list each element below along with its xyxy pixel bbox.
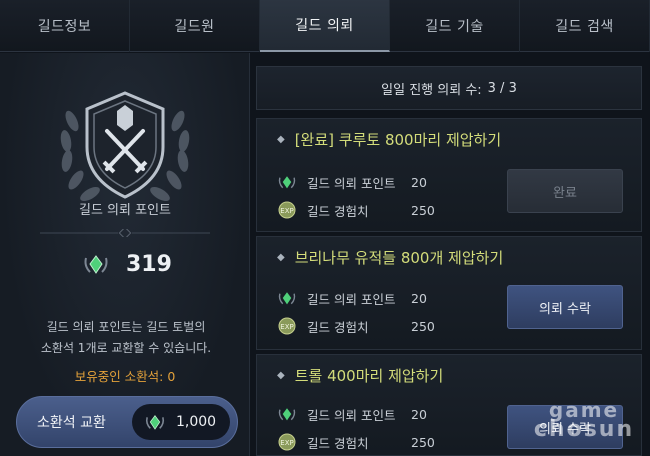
- svg-text:EXP: EXP: [280, 207, 293, 215]
- exchange-cost-value: 1,000: [176, 414, 217, 430]
- reward-points-row: 길드 의뢰 포인트 20: [277, 287, 451, 309]
- guild-points-description: 길드 의뢰 포인트는 길드 토벌의 소환석 1개로 교환할 수 있습니다.: [40, 320, 212, 355]
- watermark-logo: game chosun: [533, 398, 635, 442]
- exchange-cost: 1,000: [132, 404, 230, 440]
- reward-exp-value: 250: [411, 202, 435, 218]
- daily-quest-progress: 일일 진행 의뢰 수: 3 / 3: [256, 66, 642, 110]
- reward-exp-row: EXP 길드 경험치 250: [277, 199, 451, 221]
- guild-point-gem-icon: [84, 255, 108, 274]
- quest-complete-button[interactable]: 완료: [507, 169, 623, 213]
- exp-coin-icon: EXP: [278, 433, 296, 451]
- accept-quest-button[interactable]: 의뢰 수락: [507, 285, 623, 329]
- reward-exp-row: EXP 길드 경험치 250: [277, 315, 451, 337]
- quest-title: [완료] 쿠루토 800마리 제압하기: [294, 131, 502, 149]
- guild-crest-icon: [60, 91, 190, 201]
- quest-card: ◆ [완료] 쿠루토 800마리 제압하기 길드 의뢰 포인트 20 EXP 길…: [256, 118, 642, 232]
- reward-exp-row: EXP 길드 경험치 250: [277, 431, 451, 453]
- quest-title: 브리나무 유적들 800개 제압하기: [294, 249, 504, 267]
- ornament-divider: [40, 229, 210, 237]
- exp-coin-icon: EXP: [278, 317, 296, 335]
- guild-point-gem-icon: [278, 176, 296, 189]
- bullet-icon: ◆: [277, 134, 285, 145]
- guild-points-value: 319: [126, 251, 172, 277]
- guild-points-title: 길드 의뢰 포인트: [79, 203, 171, 218]
- exp-coin-icon: EXP: [278, 201, 296, 219]
- reward-points-row: 길드 의뢰 포인트 20: [277, 171, 451, 193]
- tab-guild-search[interactable]: 길드 검색: [520, 0, 650, 52]
- reward-exp-value: 250: [411, 434, 435, 450]
- svg-text:EXP: EXP: [280, 323, 293, 331]
- bullet-icon: ◆: [277, 370, 285, 381]
- tab-bar: 길드정보 길드원 길드 의뢰 길드 기술 길드 검색: [0, 0, 650, 52]
- reward-points-value: 20: [411, 290, 427, 306]
- quest-title: 트롤 400마리 제압하기: [294, 367, 444, 385]
- guild-point-gem-icon: [278, 408, 296, 421]
- reward-points-value: 20: [411, 174, 427, 190]
- quest-card: ◆ 브리나무 유적들 800개 제압하기 길드 의뢰 포인트 20 EXP 길드…: [256, 236, 642, 350]
- guild-point-gem-icon: [145, 415, 165, 430]
- reward-exp-value: 250: [411, 318, 435, 334]
- tab-guild-quests[interactable]: 길드 의뢰: [260, 0, 390, 52]
- owned-summon-stones: 보유중인 소환석: 0: [74, 369, 176, 384]
- guild-points-display: 319: [82, 249, 172, 279]
- exchange-button-label: 소환석 교환: [37, 415, 106, 431]
- guild-points-panel: 길드 의뢰 포인트 319 길드 의뢰 포인트는 길드 토벌의 소환석 1개로 …: [0, 53, 250, 456]
- tab-guild-members[interactable]: 길드원: [130, 0, 260, 52]
- daily-quest-count: 3 / 3: [487, 80, 517, 96]
- svg-text:EXP: EXP: [280, 439, 293, 447]
- reward-points-value: 20: [411, 406, 427, 422]
- tab-guild-skills[interactable]: 길드 기술: [390, 0, 520, 52]
- bullet-icon: ◆: [277, 252, 285, 263]
- guild-point-gem-icon: [278, 292, 296, 305]
- summon-stone-exchange-button[interactable]: 소환석 교환 1,000: [16, 396, 238, 448]
- tab-guild-info[interactable]: 길드정보: [0, 0, 130, 52]
- reward-points-row: 길드 의뢰 포인트 20: [277, 403, 451, 425]
